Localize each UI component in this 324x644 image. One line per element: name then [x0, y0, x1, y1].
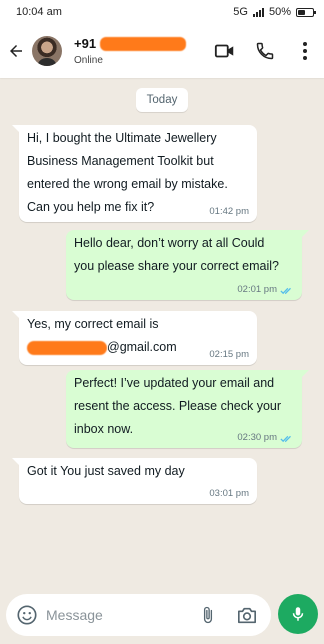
message-time: 02:30 pm: [237, 432, 277, 443]
message-time: 02:01 pm: [237, 284, 277, 295]
message-outgoing[interactable]: Perfect! I’ve updated your email and res…: [66, 370, 309, 448]
network-type: 5G: [233, 6, 248, 18]
read-ticks-icon: [280, 434, 294, 443]
redacted-email: [27, 340, 107, 355]
redacted-contact-name: [100, 36, 187, 51]
status-time: 10:04 am: [16, 6, 62, 18]
message-meta: 02:15 pm: [209, 349, 249, 361]
message-text-line: Got it You just saved my day: [27, 464, 185, 478]
message-text-line: Perfect! I’ve updated your email and: [74, 376, 275, 390]
date-divider: Today: [136, 88, 188, 112]
chat-area: Today Hi, I bought the Ultimate Jeweller…: [0, 78, 324, 584]
message-text-line: Yes, my correct email is: [27, 317, 159, 331]
email-domain: @gmail.com: [107, 340, 177, 354]
more-vertical-icon[interactable]: [294, 40, 316, 62]
back-arrow-icon[interactable]: [6, 41, 26, 61]
read-ticks-icon: [280, 286, 294, 295]
message-meta: 01:42 pm: [209, 206, 249, 218]
battery-fill: [298, 9, 305, 15]
status-indicators: 5G 50%: [233, 6, 316, 18]
phone-icon[interactable]: [254, 40, 276, 62]
message-input[interactable]: [46, 607, 186, 623]
message-text-line: entered the wrong email by mistake.: [27, 177, 228, 191]
message-time: 02:15 pm: [209, 349, 249, 360]
mic-button[interactable]: [278, 594, 318, 634]
contact-status: Online: [74, 55, 103, 66]
message-meta: 03:01 pm: [209, 488, 249, 500]
message-text-line: you please share your correct email?: [74, 259, 279, 273]
battery-percent: 50%: [268, 6, 291, 18]
header-actions: [214, 24, 316, 78]
signal-icon: [252, 7, 264, 17]
attach-icon[interactable]: [197, 604, 219, 626]
message-outgoing[interactable]: Hello dear, don’t worry at all Could you…: [66, 230, 309, 300]
message-time: 03:01 pm: [209, 488, 249, 499]
video-call-icon[interactable]: [214, 40, 236, 62]
microphone-icon: [289, 603, 307, 625]
contact-phone-prefix: +91: [74, 36, 97, 51]
message-text-line: Hi, I bought the Ultimate Jewellery: [27, 131, 217, 145]
message-text-line: Business Management Toolkit but: [27, 154, 214, 168]
emoji-icon[interactable]: [16, 604, 38, 626]
message-incoming[interactable]: Got it You just saved my day 03:01 pm: [12, 458, 257, 504]
message-meta: 02:01 pm: [237, 284, 294, 296]
chat-header: +91 Online: [0, 24, 324, 78]
camera-icon[interactable]: [235, 604, 259, 626]
message-incoming[interactable]: Yes, my correct email is @gmail.com 02:1…: [12, 311, 257, 365]
status-bar: 10:04 am 5G 50%: [0, 0, 324, 24]
battery-icon: [296, 7, 316, 17]
message-text-line: resent the access. Please check your: [74, 399, 282, 413]
message-meta: 02:30 pm: [237, 432, 294, 444]
message-time: 01:42 pm: [209, 206, 249, 217]
avatar[interactable]: [32, 36, 62, 66]
message-text-line: Hello dear, don’t worry at all Could: [74, 236, 265, 250]
message-composer: [6, 594, 271, 636]
contact-info[interactable]: +91 Online: [74, 36, 187, 66]
message-incoming[interactable]: Hi, I bought the Ultimate Jewellery Busi…: [12, 125, 257, 222]
